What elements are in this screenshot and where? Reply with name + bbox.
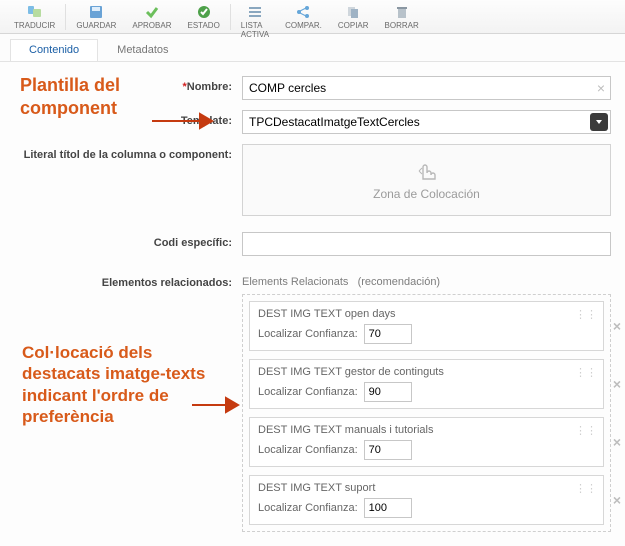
- tab-metadatos[interactable]: Metadatos: [98, 39, 187, 61]
- toolbar-label: COMPAR.: [285, 21, 322, 30]
- template-select[interactable]: [242, 110, 611, 134]
- toolbar: TRADUCIR GUARDAR APROBAR ESTADO LISTA AC…: [0, 0, 625, 34]
- drag-handle-icon[interactable]: ⋮⋮: [575, 482, 597, 495]
- toolbar-copiar[interactable]: COPIAR: [330, 4, 377, 30]
- nombre-input[interactable]: [242, 76, 611, 100]
- label-elementos: Elementos relacionados:: [14, 272, 242, 289]
- confidence-input[interactable]: [364, 382, 412, 402]
- label-nombre: *Nombre:: [14, 76, 242, 93]
- toolbar-label: APROBAR: [132, 21, 171, 30]
- toolbar-aprobar[interactable]: APROBAR: [124, 4, 179, 30]
- related-item-title: DEST IMG TEXT manuals i tutorials: [258, 424, 595, 436]
- toolbar-label: ESTADO: [187, 21, 219, 30]
- confidence-label: Localizar Confianza:: [258, 328, 358, 340]
- label-template: Template:: [14, 110, 242, 127]
- drag-handle-icon[interactable]: ⋮⋮: [575, 366, 597, 379]
- confidence-label: Localizar Confianza:: [258, 386, 358, 398]
- share-icon: [295, 4, 311, 20]
- related-item[interactable]: DEST IMG TEXT manuals i tutorials Localiz…: [249, 417, 604, 467]
- toolbar-estado[interactable]: ESTADO: [179, 4, 227, 30]
- related-item-title: DEST IMG TEXT open days: [258, 308, 595, 320]
- remove-icon[interactable]: ×: [613, 492, 621, 508]
- confidence-label: Localizar Confianza:: [258, 444, 358, 456]
- clear-icon[interactable]: ×: [597, 80, 605, 96]
- toolbar-compartir[interactable]: COMPAR.: [277, 4, 330, 30]
- toolbar-label: TRADUCIR: [14, 21, 55, 30]
- confidence-input[interactable]: [364, 498, 412, 518]
- separator: [230, 4, 231, 30]
- tabs: Contenido Metadatos: [0, 34, 625, 62]
- drag-handle-icon[interactable]: ⋮⋮: [575, 424, 597, 437]
- dropzone-label: Zona de Colocación: [373, 187, 480, 201]
- label-codi: Codi específic:: [14, 232, 242, 249]
- toolbar-guardar[interactable]: GUARDAR: [68, 4, 124, 30]
- toolbar-label: BORRAR: [385, 21, 419, 30]
- list-icon: [247, 4, 263, 20]
- dropzone[interactable]: Zona de Colocación: [242, 144, 611, 216]
- status-icon: [196, 4, 212, 20]
- remove-icon[interactable]: ×: [613, 434, 621, 450]
- toolbar-label: LISTA ACTIVA: [241, 21, 269, 39]
- chevron-down-icon[interactable]: [590, 113, 608, 131]
- copy-icon: [345, 4, 361, 20]
- hand-pointer-icon: [413, 159, 441, 183]
- tab-contenido[interactable]: Contenido: [10, 39, 98, 61]
- related-item[interactable]: DEST IMG TEXT open days Localizar Confian…: [249, 301, 604, 351]
- form: *Nombre: × Template: Literal títol de la…: [0, 62, 625, 546]
- related-item-title: DEST IMG TEXT suport: [258, 482, 595, 494]
- drag-handle-icon[interactable]: ⋮⋮: [575, 308, 597, 321]
- delete-icon: [394, 4, 410, 20]
- remove-icon[interactable]: ×: [613, 376, 621, 392]
- remove-icon[interactable]: ×: [613, 318, 621, 334]
- confidence-label: Localizar Confianza:: [258, 502, 358, 514]
- label-literal: Literal títol de la columna o component:: [14, 144, 242, 161]
- related-list: DEST IMG TEXT open days Localizar Confian…: [242, 294, 611, 532]
- toolbar-traducir[interactable]: TRADUCIR: [6, 4, 63, 30]
- toolbar-borrar[interactable]: BORRAR: [377, 4, 427, 30]
- related-item[interactable]: DEST IMG TEXT suport Localizar Confianza:…: [249, 475, 604, 525]
- toolbar-lista-activa[interactable]: LISTA ACTIVA: [233, 4, 277, 39]
- related-item-title: DEST IMG TEXT gestor de continguts: [258, 366, 595, 378]
- related-item[interactable]: DEST IMG TEXT gestor de continguts Locali…: [249, 359, 604, 409]
- translate-icon: [27, 4, 43, 20]
- toolbar-label: COPIAR: [338, 21, 369, 30]
- confidence-input[interactable]: [364, 324, 412, 344]
- confidence-input[interactable]: [364, 440, 412, 460]
- separator: [65, 4, 66, 30]
- related-header: Elements Relacionats (recomendación): [242, 276, 611, 288]
- codi-input[interactable]: [242, 232, 611, 256]
- toolbar-label: GUARDAR: [76, 21, 116, 30]
- save-icon: [88, 4, 104, 20]
- approve-icon: [144, 4, 160, 20]
